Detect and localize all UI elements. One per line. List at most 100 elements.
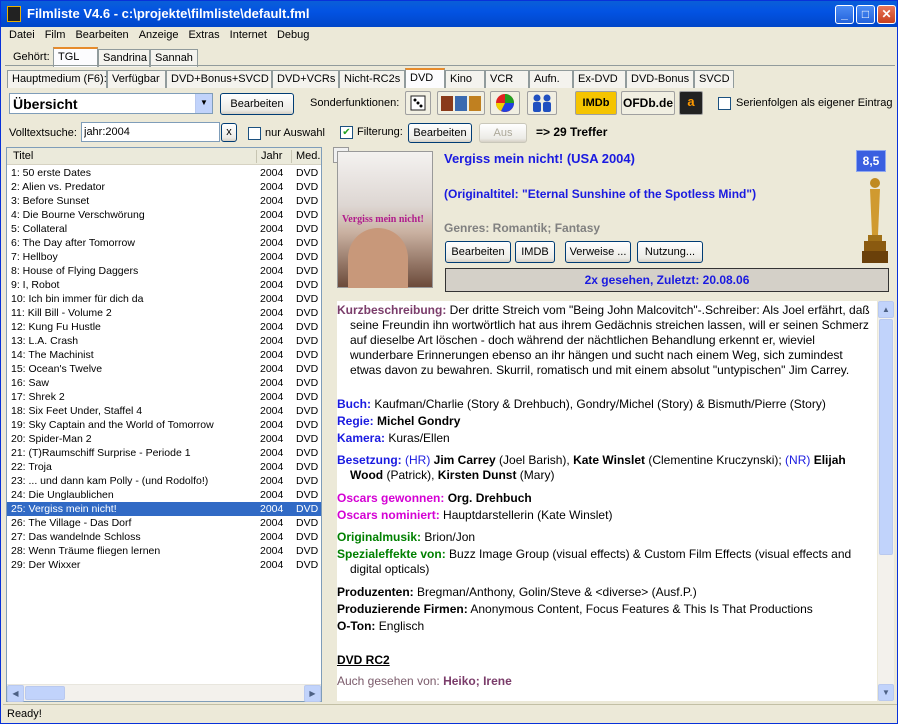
scroll-left-icon[interactable]: ◀ [7, 685, 24, 702]
column-header-year[interactable]: Jahr [261, 150, 282, 162]
column-header-title[interactable]: Titel [13, 150, 33, 162]
list-item[interactable]: 29: Der Wixxer 2004 DVD [7, 558, 321, 572]
list-item[interactable]: 2: Alien vs. Predator 2004 DVD [7, 180, 321, 194]
dice-icon[interactable] [405, 91, 431, 115]
view-edit-button[interactable]: Bearbeiten [220, 93, 294, 115]
list-item[interactable]: 19: Sky Captain and the World of Tomorro… [7, 418, 321, 432]
tab-dvd-bonus-svcd[interactable]: DVD+Bonus+SVCD [166, 70, 272, 88]
film-title: 20: Spider-Man 2 [11, 433, 92, 445]
list-item[interactable]: 18: Six Feet Under, Staffel 4 2004 DVD [7, 404, 321, 418]
detail-edit-button[interactable]: Bearbeiten [445, 241, 511, 263]
list-item[interactable]: 9: I, Robot 2004 DVD [7, 278, 321, 292]
imdb-button[interactable]: IMDb [575, 91, 617, 115]
film-title: 13: L.A. Crash [11, 335, 79, 347]
tab-kino[interactable]: Kino [445, 70, 485, 88]
scroll-thumb[interactable] [879, 319, 893, 555]
list-item[interactable]: 11: Kill Bill - Volume 2 2004 DVD [7, 306, 321, 320]
view-select[interactable]: Übersicht ▼ [9, 93, 213, 114]
menu-debug[interactable]: Debug [272, 27, 314, 43]
detail-content[interactable]: Kurzbeschreibung: Der dritte Streich vom… [337, 301, 877, 701]
list-item[interactable]: 6: The Day after Tomorrow 2004 DVD [7, 236, 321, 250]
list-item[interactable]: 10: Ich bin immer für dich da 2004 DVD [7, 292, 321, 306]
list-item[interactable]: 13: L.A. Crash 2004 DVD [7, 334, 321, 348]
film-year: 2004 [260, 307, 284, 319]
tab-dvd-bonus[interactable]: DVD-Bonus [626, 70, 694, 88]
list-item[interactable]: 27: Das wandelnde Schloss 2004 DVD [7, 530, 321, 544]
only-selection-checkbox[interactable] [248, 127, 261, 140]
film-year: 2004 [260, 419, 284, 431]
list-item[interactable]: 21: (T)Raumschiff Surprise - Periode 1 20… [7, 446, 321, 460]
film-year: 2004 [260, 223, 284, 235]
filter-checkbox[interactable]: ✔ [340, 126, 353, 139]
horizontal-scrollbar[interactable]: ◀ ▶ [7, 684, 321, 702]
minimize-button[interactable]: _ [835, 5, 854, 24]
list-item[interactable]: 1: 50 erste Dates 2004 DVD [7, 166, 321, 180]
film-year: 2004 [260, 265, 284, 277]
list-item[interactable]: 23: ... und dann kam Polly - (und Rodolf… [7, 474, 321, 488]
list-item[interactable]: 22: Troja 2004 DVD [7, 460, 321, 474]
tab-verfuegbar[interactable]: Verfügbar [107, 70, 166, 88]
list-item[interactable]: 17: Shrek 2 2004 DVD [7, 390, 321, 404]
filter-off-button[interactable]: Aus [479, 123, 527, 143]
close-button[interactable]: ✕ [877, 5, 896, 24]
tab-ex-dvd[interactable]: Ex-DVD [573, 70, 626, 88]
tab-svcd[interactable]: SVCD [694, 70, 734, 88]
list-item[interactable]: 4: Die Bourne Verschwörung 2004 DVD [7, 208, 321, 222]
menu-datei[interactable]: Datei [4, 27, 40, 43]
tab-dvd-vcrs[interactable]: DVD+VCRs [272, 70, 339, 88]
list-item[interactable]: 12: Kung Fu Hustle 2004 DVD [7, 320, 321, 334]
tab-dvd[interactable]: DVD [405, 68, 445, 88]
list-item[interactable]: 26: The Village - Das Dorf 2004 DVD [7, 516, 321, 530]
vertical-scrollbar[interactable]: ▲ ▼ [878, 301, 894, 701]
list-item[interactable]: 15: Ocean's Twelve 2004 DVD [7, 362, 321, 376]
list-item[interactable]: 5: Collateral 2004 DVD [7, 222, 321, 236]
scroll-up-icon[interactable]: ▲ [878, 301, 894, 318]
tab-hauptmedium[interactable]: Hauptmedium (F6): [7, 70, 107, 88]
detail-panel: x Vergiss mein nicht! Vergiss mein nicht… [333, 147, 894, 702]
amazon-button[interactable]: a [679, 91, 703, 115]
film-title: 18: Six Feet Under, Staffel 4 [11, 405, 143, 417]
detail-imdb-button[interactable]: IMDB [515, 241, 555, 263]
maximize-button[interactable]: □ [856, 5, 875, 24]
tab-tgl[interactable]: TGL [53, 47, 98, 67]
film-title: 8: House of Flying Daggers [11, 265, 139, 277]
list-item[interactable]: 28: Wenn Träume fliegen lernen 2004 DVD [7, 544, 321, 558]
film-medium: DVD [296, 251, 319, 263]
ofdb-button[interactable]: OFDb.de [621, 91, 675, 115]
film-medium: DVD [296, 279, 319, 291]
users-icon[interactable] [527, 91, 557, 115]
list-item[interactable]: 3: Before Sunset 2004 DVD [7, 194, 321, 208]
scroll-down-icon[interactable]: ▼ [878, 684, 894, 701]
filter-edit-button[interactable]: Bearbeiten [408, 123, 472, 143]
list-item[interactable]: 8: House of Flying Daggers 2004 DVD [7, 264, 321, 278]
menu-anzeige[interactable]: Anzeige [134, 27, 184, 43]
tab-vcr[interactable]: VCR [485, 70, 529, 88]
list-item[interactable]: 16: Saw 2004 DVD [7, 376, 321, 390]
scroll-right-icon[interactable]: ▶ [304, 685, 321, 702]
list-item[interactable]: 24: Die Unglaublichen 2004 DVD [7, 488, 321, 502]
title-bar[interactable]: Filmliste V4.6 - c:\projekte\filmliste\d… [1, 1, 897, 27]
series-checkbox[interactable] [718, 97, 731, 110]
menu-extras[interactable]: Extras [183, 27, 224, 43]
fulltext-search-input[interactable] [81, 122, 220, 142]
list-item[interactable]: 14: The Machinist 2004 DVD [7, 348, 321, 362]
menu-bearbeiten[interactable]: Bearbeiten [70, 27, 133, 43]
film-list[interactable]: Titel Jahr Med. 1: 50 erste Dates 2004 DVD… [6, 147, 322, 702]
references-button[interactable]: Verweise ... [565, 241, 631, 263]
chevron-down-icon[interactable]: ▼ [195, 94, 212, 113]
tab-aufn[interactable]: Aufn. [529, 70, 573, 88]
film-medium: DVD [296, 209, 319, 221]
pie-chart-icon[interactable] [490, 91, 520, 115]
film-strip-icon[interactable] [437, 91, 485, 115]
scroll-thumb[interactable] [25, 686, 65, 700]
special-effects: Spezialeffekte von: Buzz Image Group (vi… [337, 547, 852, 576]
menu-internet[interactable]: Internet [225, 27, 272, 43]
list-item[interactable]: 7: Hellboy 2004 DVD [7, 250, 321, 264]
column-header-medium[interactable]: Med. [296, 150, 320, 162]
clear-search-button[interactable]: x [221, 123, 237, 142]
usage-button[interactable]: Nutzung... [637, 241, 703, 263]
list-item[interactable]: 25: Vergiss mein nicht! 2004 DVD [7, 502, 321, 516]
list-item[interactable]: 20: Spider-Man 2 2004 DVD [7, 432, 321, 446]
tab-nicht-rc2s[interactable]: Nicht-RC2s [339, 70, 405, 88]
menu-film[interactable]: Film [40, 27, 71, 43]
